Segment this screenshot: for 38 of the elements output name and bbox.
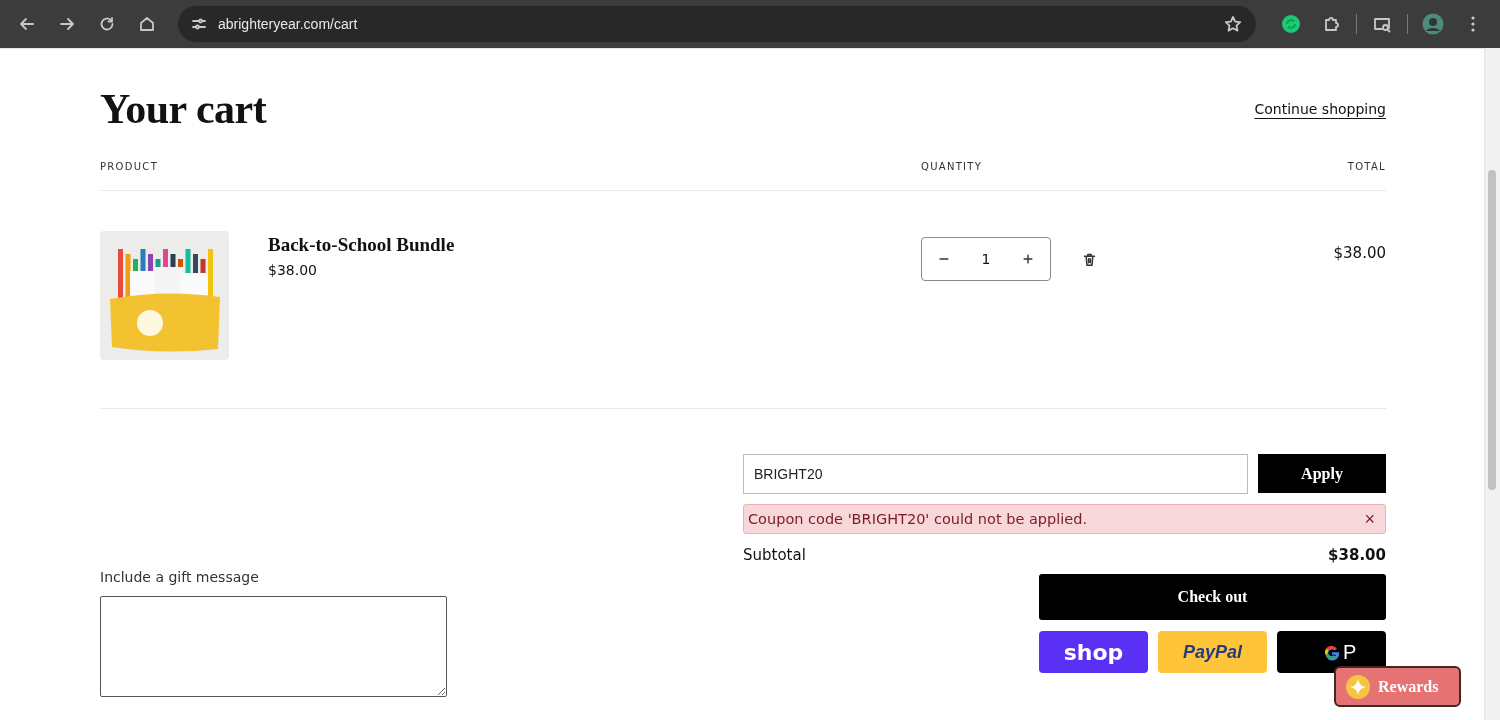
checkout-button[interactable]: Check out xyxy=(1039,574,1386,620)
reload-icon xyxy=(98,15,116,33)
extension-icon xyxy=(1281,14,1301,34)
avatar-icon xyxy=(1422,13,1444,35)
menu-icon xyxy=(1471,16,1475,32)
forward-icon xyxy=(58,15,76,33)
close-button[interactable]: × xyxy=(1364,508,1375,530)
gift-message-field[interactable] xyxy=(100,596,447,697)
url-text: abrighteryear.com/cart xyxy=(218,16,359,32)
page-title: Your cart xyxy=(100,85,267,133)
quantity-field[interactable]: 1 xyxy=(921,237,1051,281)
star-icon xyxy=(1224,15,1242,33)
google-icon xyxy=(1323,643,1341,661)
continue-shopping-link[interactable]: Continue shopping xyxy=(1254,101,1386,117)
scrollbar[interactable] xyxy=(1484,48,1500,720)
payment-button[interactable]: PayPal xyxy=(1158,631,1267,673)
product-name[interactable]: Back-to-School Bundle xyxy=(268,234,921,256)
gift-message-label: Include a gift message xyxy=(100,569,260,585)
payment-button[interactable]: P xyxy=(1277,631,1386,673)
column-header: PRODUCT xyxy=(100,161,160,172)
subtotal-amount: $38.00 xyxy=(1328,546,1386,564)
home-icon xyxy=(138,15,156,33)
payment-button[interactable]: shop xyxy=(1039,631,1148,673)
address-bar[interactable]: abrighteryear.com/cart xyxy=(178,6,1256,42)
subtotal-label: Subtotal xyxy=(743,546,806,564)
coupon-field[interactable]: BRIGHT20 xyxy=(743,454,1248,494)
sparkle-icon xyxy=(1346,674,1370,699)
error-message: Coupon code 'BRIGHT20' could not be applied. xyxy=(748,511,1087,527)
tab-search-icon xyxy=(1373,15,1391,33)
apply-button[interactable]: Apply xyxy=(1258,454,1386,493)
trash-icon xyxy=(1082,251,1098,267)
quantity-value: 1 xyxy=(981,251,991,267)
column-header: TOTAL xyxy=(1347,161,1386,172)
column-header: QUANTITY xyxy=(921,161,984,172)
line-total: $38.00 xyxy=(1332,243,1386,264)
back-icon xyxy=(18,15,36,33)
product-price: $38.00 xyxy=(268,262,318,278)
puzzle-icon xyxy=(1322,15,1340,33)
